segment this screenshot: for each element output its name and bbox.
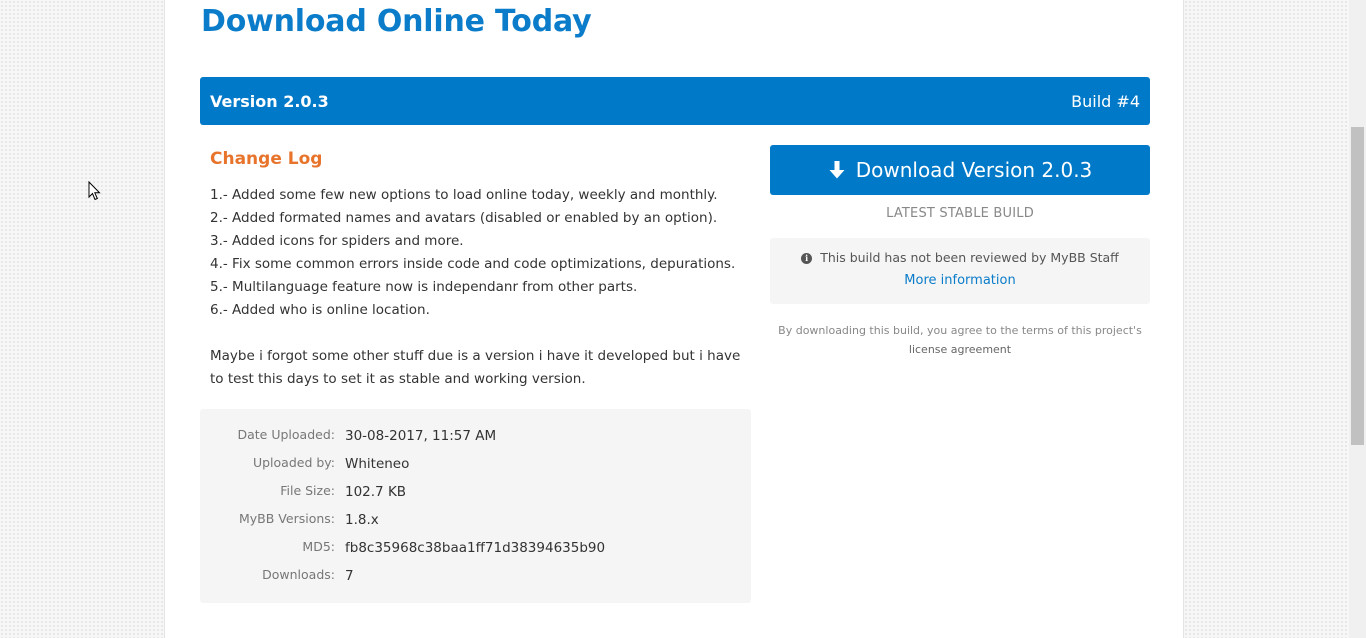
detail-label: Uploaded by: <box>252 455 335 470</box>
changelog-section: Change Log 1.- Added some few new option… <box>210 146 750 391</box>
build-number: Build #4 <box>1071 91 1140 111</box>
review-notice: i This build has not been reviewed by My… <box>770 238 1150 304</box>
detail-label: File Size: <box>280 483 335 498</box>
more-information-link[interactable]: More information <box>904 273 1015 288</box>
changelog-note: Maybe i forgot some other stuff due is a… <box>210 348 741 387</box>
download-button-label: Download Version 2.0.3 <box>855 158 1093 182</box>
detail-label: MD5: <box>302 539 335 554</box>
detail-value: 7 <box>345 568 354 584</box>
download-panel: Download Version 2.0.3 LATEST STABLE BUI… <box>770 145 1150 359</box>
detail-row-date: Date Uploaded: 30-08-2017, 11:57 AM <box>200 424 751 452</box>
build-details: Date Uploaded: 30-08-2017, 11:57 AM Uplo… <box>200 409 751 603</box>
license-notice: By downloading this build, you agree to … <box>770 321 1150 359</box>
changelog-item: 3.- Added icons for spiders and more. <box>210 233 464 249</box>
changelog-list: 1.- Added some few new options to load o… <box>210 184 750 322</box>
changelog-item: 6.- Added who is online location. <box>210 302 430 318</box>
agreement-text: By downloading this build, you agree to … <box>778 324 1142 337</box>
download-button[interactable]: Download Version 2.0.3 <box>770 145 1150 195</box>
latest-stable-label: LATEST STABLE BUILD <box>886 206 1034 221</box>
mouse-cursor-icon <box>88 180 102 201</box>
changelog-item: 2.- Added formated names and avatars (di… <box>210 210 718 226</box>
detail-value: fb8c35968c38baa1ff71d38394635b90 <box>345 540 606 556</box>
changelog-item: 1.- Added some few new options to load o… <box>210 187 718 203</box>
detail-value: 1.8.x <box>345 512 379 528</box>
main-content: Download Online Today Version 2.0.3 Buil… <box>164 0 1184 638</box>
changelog-item: 5.- Multilanguage feature now is indepen… <box>210 279 638 295</box>
detail-row-downloads: Downloads: 7 <box>200 564 751 592</box>
changelog-title: Change Log <box>210 149 323 169</box>
info-icon: i <box>801 252 813 264</box>
detail-row-mybb-versions: MyBB Versions: 1.8.x <box>200 508 751 536</box>
detail-label: Date Uploaded: <box>237 427 336 442</box>
detail-row-filesize: File Size: 102.7 KB <box>200 480 751 508</box>
review-message: This build has not been reviewed by MyBB… <box>820 250 1119 265</box>
page-title: Download Online Today <box>201 4 592 39</box>
detail-row-md5: MD5: fb8c35968c38baa1ff71d38394635b90 <box>200 536 751 564</box>
detail-row-uploader: Uploaded by: Whiteneo <box>200 452 751 480</box>
version-name: Version 2.0.3 <box>210 91 329 111</box>
scrollbar-thumb[interactable] <box>1351 127 1364 445</box>
vertical-scrollbar[interactable] <box>1349 0 1366 638</box>
detail-label: MyBB Versions: <box>239 511 335 526</box>
version-bar: Version 2.0.3 Build #4 <box>200 77 1150 125</box>
detail-label: Downloads: <box>262 567 335 582</box>
detail-value: Whiteneo <box>345 456 410 472</box>
detail-value: 30-08-2017, 11:57 AM <box>345 428 497 444</box>
arrow-down-icon <box>828 160 846 180</box>
detail-value: 102.7 KB <box>345 484 407 500</box>
license-agreement-link[interactable]: license agreement <box>770 340 1150 359</box>
changelog-item: 4.- Fix some common errors inside code a… <box>210 256 736 272</box>
